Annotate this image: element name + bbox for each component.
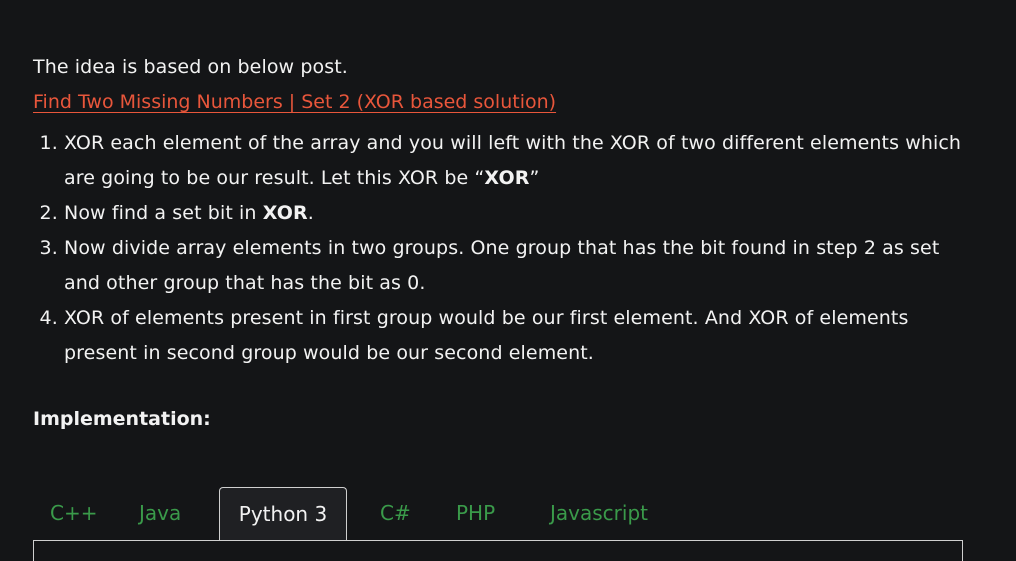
tab-php[interactable]: PHP	[456, 487, 495, 540]
steps-list: XOR each element of the array and you wi…	[33, 126, 973, 371]
code-panel	[33, 540, 963, 561]
step-2-suffix: .	[307, 202, 314, 224]
language-tabs: C++ Java Python 3 C# PHP Javascript	[33, 487, 962, 548]
step-4-text: XOR of elements present in first group w…	[64, 307, 909, 364]
intro-text: The idea is based on below post.	[33, 56, 348, 78]
step-1-suffix: ”	[529, 167, 540, 189]
tab-javascript[interactable]: Javascript	[550, 487, 648, 540]
step-item-2: Now find a set bit in XOR.	[64, 196, 973, 231]
article-content: The idea is based on below post. Find Tw…	[33, 50, 973, 437]
step-item-3: Now divide array elements in two groups.…	[64, 231, 973, 301]
find-two-missing-numbers-link[interactable]: Find Two Missing Numbers | Set 2 (XOR ba…	[33, 85, 556, 120]
tab-csharp[interactable]: C#	[380, 487, 411, 540]
implementation-heading: Implementation:	[33, 408, 211, 430]
step-item-1: XOR each element of the array and you wi…	[64, 126, 973, 196]
step-2-text: Now find a set bit in	[64, 202, 263, 224]
tab-python-3[interactable]: Python 3	[219, 487, 347, 548]
tab-java[interactable]: Java	[139, 487, 181, 540]
tab-cpp[interactable]: C++	[50, 487, 97, 540]
step-1-bold: XOR	[484, 167, 530, 189]
step-2-bold: XOR	[262, 202, 308, 224]
step-3-text: Now divide array elements in two groups.…	[64, 237, 940, 294]
step-item-4: XOR of elements present in first group w…	[64, 301, 973, 371]
